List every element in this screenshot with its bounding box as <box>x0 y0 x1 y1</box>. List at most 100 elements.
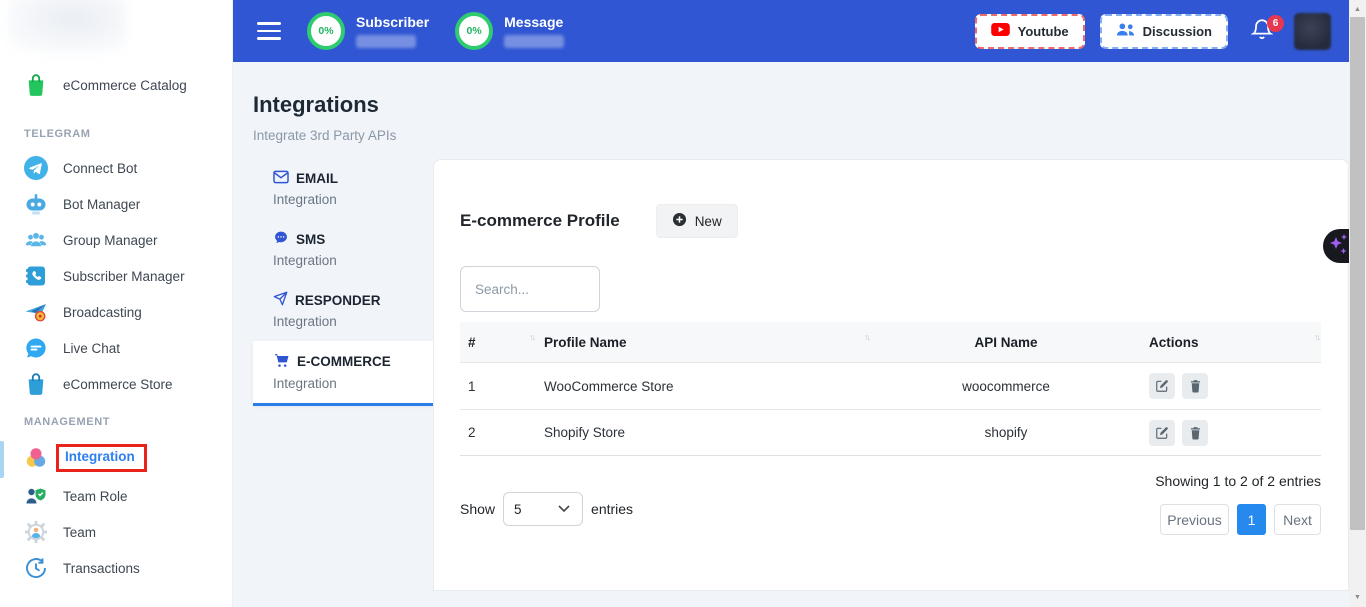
delete-button[interactable] <box>1182 373 1208 399</box>
annotation-highlight-box: Integration <box>56 444 147 472</box>
next-page-button[interactable]: Next <box>1274 504 1321 535</box>
subnav-item-title: E-COMMERCE <box>297 354 391 369</box>
discussion-button[interactable]: Discussion <box>1100 14 1228 49</box>
message-stat-label: Message <box>504 14 564 30</box>
integration-subnav: EMAIL Integration SMS Integration <box>253 159 433 591</box>
topbar: 0% Subscriber 0% Message Youtube <box>233 0 1349 62</box>
subnav-item-email[interactable]: EMAIL Integration <box>253 159 433 219</box>
plus-circle-icon <box>672 212 687 230</box>
sidebar-section-management: MANAGEMENT <box>0 402 232 438</box>
users-group-icon <box>24 228 48 252</box>
avatar[interactable] <box>1294 13 1331 50</box>
column-header: API Name <box>974 335 1037 350</box>
ai-assistant-button[interactable] <box>1323 229 1352 263</box>
discussion-button-label: Discussion <box>1143 24 1212 39</box>
sidebar-item-group-manager[interactable]: Group Manager <box>0 222 232 258</box>
previous-page-button[interactable]: Previous <box>1160 504 1229 535</box>
subscriber-stat-value-redacted <box>356 35 416 48</box>
sidebar-item-team-role[interactable]: Team Role <box>0 478 232 514</box>
sidebar-item-label: Subscriber Manager <box>63 269 185 284</box>
sidebar-item-label: Live Chat <box>63 341 120 356</box>
hamburger-menu-icon[interactable] <box>257 22 281 40</box>
sort-icon[interactable]: ↑↓ <box>1314 332 1319 342</box>
sort-icon[interactable]: ↑↓ <box>864 332 869 342</box>
sidebar-item-live-chat[interactable]: Live Chat <box>0 330 232 366</box>
subnav-item-subtitle: Integration <box>273 192 433 207</box>
sidebar-item-transactions[interactable]: Transactions <box>0 550 232 586</box>
subscriber-stat-label: Subscriber <box>356 14 429 30</box>
edit-button[interactable] <box>1149 420 1175 446</box>
scroll-down-arrow-icon[interactable]: ▼ <box>1349 590 1366 605</box>
telegram-plane-icon <box>24 156 48 180</box>
paper-plane-icon <box>273 291 288 309</box>
sort-icon[interactable]: ↑↓ <box>529 332 534 342</box>
profile-name: Shopify Store <box>536 425 871 440</box>
edit-button[interactable] <box>1149 373 1175 399</box>
scroll-up-arrow-icon[interactable]: ▲ <box>1349 2 1366 17</box>
column-header: # <box>468 335 476 350</box>
subnav-item-sms[interactable]: SMS Integration <box>253 219 433 280</box>
subnav-item-title: RESPONDER <box>295 293 381 308</box>
contact-book-icon <box>24 264 48 288</box>
subnav-item-title: SMS <box>296 232 325 247</box>
sidebar-item-label: Transactions <box>63 561 140 576</box>
store-bag-icon <box>24 372 48 396</box>
page-size-select[interactable]: 5 <box>503 492 583 526</box>
table-header-row: # ↑↓ Profile Name ↑↓ API Name Actions <box>460 322 1321 362</box>
profile-name: WooCommerce Store <box>536 379 871 394</box>
table-row: 2 Shopify Store shopify <box>460 409 1321 456</box>
sidebar-item-label: eCommerce Catalog <box>63 78 187 93</box>
subnav-item-responder[interactable]: RESPONDER Integration <box>253 280 433 341</box>
sidebar-item-subscriber-manager[interactable]: Subscriber Manager <box>0 258 232 294</box>
sidebar-item-broadcasting[interactable]: Broadcasting <box>0 294 232 330</box>
sidebar-item-connect-bot[interactable]: Connect Bot <box>0 150 232 186</box>
column-header: Actions <box>1149 335 1199 350</box>
sidebar-item-label: Team Role <box>63 489 128 504</box>
vertical-scrollbar: ▲ ▼ <box>1349 0 1366 607</box>
sidebar-item-label: Connect Bot <box>63 161 137 176</box>
clock-history-icon <box>24 556 48 580</box>
users-icon <box>1116 22 1135 40</box>
sms-bubble-icon <box>273 230 289 248</box>
table-row: 1 WooCommerce Store woocommerce <box>460 362 1321 409</box>
subnav-item-title: EMAIL <box>296 171 338 186</box>
sidebar-item-ecommerce-catalog[interactable]: eCommerce Catalog <box>0 64 232 106</box>
envelope-icon <box>273 170 289 187</box>
sidebar-item-label: Bot Manager <box>63 197 140 212</box>
subnav-item-subtitle: Integration <box>273 376 433 391</box>
sidebar-item-integration[interactable]: Integration <box>0 438 232 478</box>
main-content: Integrations Integrate 3rd Party APIs EM… <box>233 62 1349 607</box>
delete-button[interactable] <box>1182 420 1208 446</box>
sidebar-item-team[interactable]: Team <box>0 514 232 550</box>
sidebar-item-ecommerce-store[interactable]: eCommerce Store <box>0 366 232 402</box>
sidebar-item-bot-manager[interactable]: Bot Manager <box>0 186 232 222</box>
api-name: shopify <box>871 425 1141 440</box>
current-page-button[interactable]: 1 <box>1237 504 1266 535</box>
entries-summary: Showing 1 to 2 of 2 entries <box>1155 473 1321 489</box>
notification-bell-icon[interactable]: 6 <box>1251 17 1273 46</box>
search-input[interactable] <box>460 266 600 312</box>
new-profile-button[interactable]: New <box>656 204 738 238</box>
chat-bubble-icon <box>24 336 48 360</box>
row-number: 2 <box>460 425 536 440</box>
subscriber-progress-ring: 0% <box>307 12 345 50</box>
sidebar-item-label: Integration <box>65 449 135 464</box>
page-title: Integrations <box>253 92 1349 118</box>
app-root: eCommerce Catalog TELEGRAM Connect Bot B… <box>0 0 1366 607</box>
subnav-item-subtitle: Integration <box>273 314 433 329</box>
subnav-item-subtitle: Integration <box>273 253 433 268</box>
youtube-button[interactable]: Youtube <box>975 14 1085 49</box>
api-name: woocommerce <box>871 379 1141 394</box>
pagination: Previous 1 Next <box>1160 504 1321 535</box>
subnav-item-ecommerce[interactable]: E-COMMERCE Integration <box>253 341 433 406</box>
person-shield-icon <box>24 484 48 508</box>
message-stat-value-redacted <box>504 35 564 48</box>
message-progress-ring: 0% <box>455 12 493 50</box>
page-subtitle: Integrate 3rd Party APIs <box>253 128 1349 143</box>
sidebar-item-label: Group Manager <box>63 233 158 248</box>
robot-icon <box>24 192 48 216</box>
scrollbar-thumb[interactable] <box>1350 17 1365 530</box>
broadcast-plane-icon <box>24 300 48 324</box>
sidebar-section-telegram: TELEGRAM <box>0 114 232 150</box>
gear-person-icon <box>24 520 48 544</box>
